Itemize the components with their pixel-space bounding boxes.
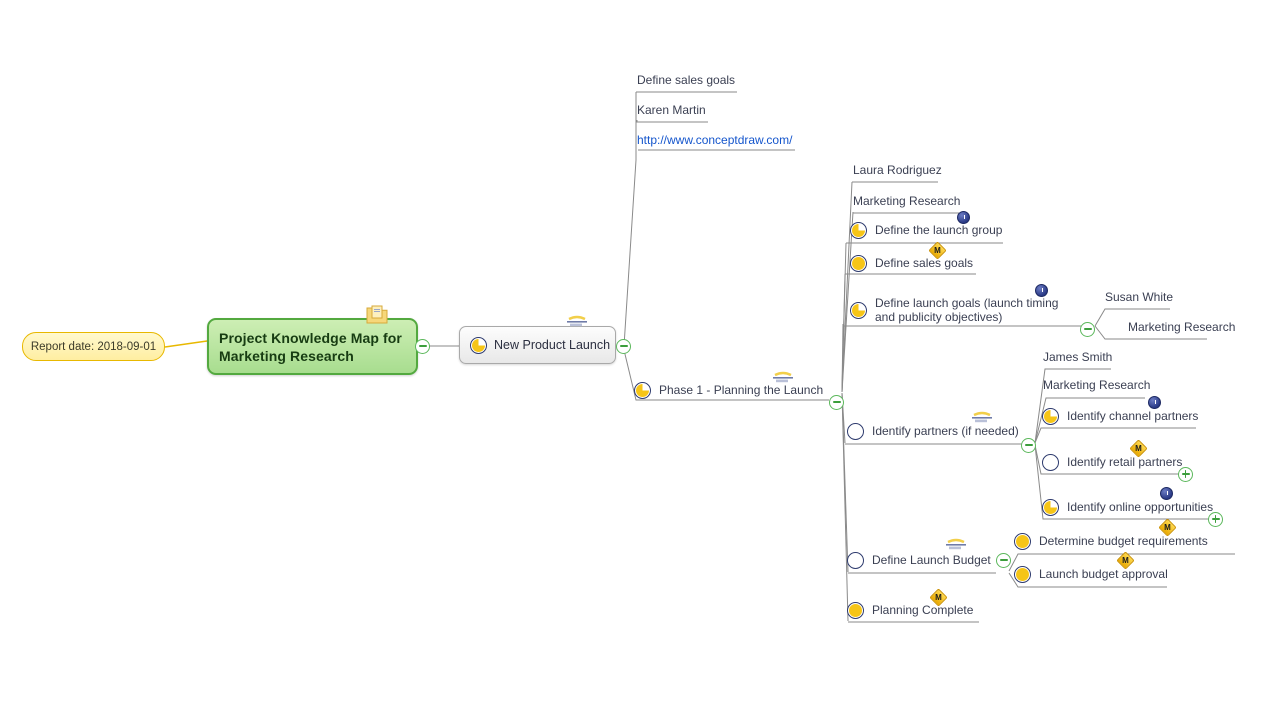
topic-label: Define sales goals (634, 73, 738, 89)
progress-icon-75 (850, 222, 867, 239)
topic-karen-martin[interactable]: Karen Martin (634, 103, 709, 119)
topic-marketing-research-james[interactable]: Marketing Research (1040, 378, 1153, 394)
topic-define-launch-goals[interactable]: Define launch goals (launch timing and p… (850, 296, 1065, 325)
phase-1-collapse-toggle[interactable] (829, 395, 844, 410)
topic-planning-complete[interactable]: Planning Complete (847, 602, 973, 619)
topic-label: James Smith (1040, 350, 1115, 366)
clock-badge-icon (1160, 487, 1173, 500)
progress-icon-75 (850, 302, 867, 319)
progress-icon-100 (1014, 566, 1031, 583)
main-topic-label: New Product Launch (494, 338, 610, 352)
topic-label: Karen Martin (634, 103, 709, 119)
note-icon (945, 538, 967, 551)
topic-identify-online-opportunities[interactable]: Identify online opportunities (1042, 499, 1213, 516)
define-launch-goals-collapse-toggle[interactable] (1080, 322, 1095, 337)
topic-define-sales-goals[interactable]: Define sales goals (634, 73, 738, 89)
topic-label: Laura Rodriguez (850, 163, 945, 179)
topic-define-launch-budget[interactable]: Define Launch Budget (847, 552, 991, 569)
report-date-callout[interactable]: Report date: 2018-09-01 (22, 332, 165, 361)
folder-icon (366, 305, 388, 324)
clock-badge-icon (957, 211, 970, 224)
milestone-letter: M (1120, 555, 1131, 566)
clock-badge-icon (1035, 284, 1048, 297)
central-topic-label: Project Knowledge Map for Marketing Rese… (209, 329, 416, 365)
progress-icon-75 (1042, 499, 1059, 516)
topic-label: Planning Complete (872, 603, 973, 619)
progress-icon-0 (847, 423, 864, 440)
topic-identify-retail-partners[interactable]: Identify retail partners (1042, 454, 1182, 471)
define-launch-budget-collapse-toggle[interactable] (996, 553, 1011, 568)
report-date-text: Report date: 2018-09-01 (31, 341, 156, 353)
progress-icon-0 (847, 552, 864, 569)
identify-retail-partners-expand-toggle[interactable] (1178, 467, 1193, 482)
topic-label: Susan White (1102, 290, 1176, 306)
topic-label: Identify retail partners (1067, 455, 1182, 471)
topic-label: Define Launch Budget (872, 553, 991, 569)
identify-partners-collapse-toggle[interactable] (1021, 438, 1036, 453)
topic-label: Marketing Research (1125, 320, 1238, 336)
note-icon (971, 411, 993, 424)
topic-marketing-research-laura[interactable]: Marketing Research (850, 194, 963, 210)
progress-icon-75 (634, 382, 651, 399)
topic-james-smith[interactable]: James Smith (1040, 350, 1115, 366)
milestone-letter: M (1133, 443, 1144, 454)
topic-define-the-launch-group[interactable]: Define the launch group (850, 222, 1002, 239)
topic-label: Identify partners (if needed) (872, 424, 1019, 440)
topic-phase-1[interactable]: Phase 1 - Planning the Launch (634, 382, 823, 399)
main-topic-collapse-toggle[interactable] (616, 339, 631, 354)
topic-marketing-research-susan[interactable]: Marketing Research (1125, 320, 1238, 336)
milestone-letter: M (933, 592, 944, 603)
progress-icon-75 (470, 337, 487, 354)
topic-label: Define launch goals (launch timing and p… (875, 296, 1065, 325)
progress-icon-100 (850, 255, 867, 272)
identify-online-opportunities-expand-toggle[interactable] (1208, 512, 1223, 527)
central-collapse-toggle[interactable] (415, 339, 430, 354)
topic-label: Identify online opportunities (1067, 500, 1213, 516)
milestone-letter: M (1162, 522, 1173, 533)
topic-susan-white[interactable]: Susan White (1102, 290, 1176, 306)
topic-label: Phase 1 - Planning the Launch (659, 383, 823, 399)
milestone-letter: M (932, 245, 943, 256)
progress-icon-0 (1042, 454, 1059, 471)
progress-icon-75 (1042, 408, 1059, 425)
topic-label: Identify channel partners (1067, 409, 1198, 425)
topic-label: Marketing Research (850, 194, 963, 210)
progress-icon-100 (847, 602, 864, 619)
topic-identify-channel-partners[interactable]: Identify channel partners (1042, 408, 1198, 425)
topic-conceptdraw-link[interactable]: http://www.conceptdraw.com/ (634, 133, 795, 149)
clock-badge-icon (1148, 396, 1161, 409)
topic-identify-partners[interactable]: Identify partners (if needed) (847, 423, 1019, 440)
topic-label: Define the launch group (875, 223, 1002, 239)
main-topic[interactable]: New Product Launch (459, 326, 616, 364)
topic-define-sales-goals-task[interactable]: Define sales goals (850, 255, 973, 272)
topic-label: Launch budget approval (1039, 567, 1168, 583)
topic-launch-budget-approval[interactable]: Launch budget approval (1014, 566, 1168, 583)
topic-label: Define sales goals (875, 256, 973, 272)
topic-determine-budget-requirements[interactable]: Determine budget requirements (1014, 533, 1208, 550)
mindmap-canvas: Report date: 2018-09-01 Project Knowledg… (0, 0, 1280, 720)
central-topic[interactable]: Project Knowledge Map for Marketing Rese… (207, 318, 418, 375)
topic-laura-rodriguez[interactable]: Laura Rodriguez (850, 163, 945, 179)
topic-label: Determine budget requirements (1039, 534, 1208, 550)
note-icon (566, 315, 588, 328)
topic-label: Marketing Research (1040, 378, 1153, 394)
note-icon (772, 371, 794, 384)
progress-icon-100 (1014, 533, 1031, 550)
hyperlink-label: http://www.conceptdraw.com/ (634, 133, 795, 149)
